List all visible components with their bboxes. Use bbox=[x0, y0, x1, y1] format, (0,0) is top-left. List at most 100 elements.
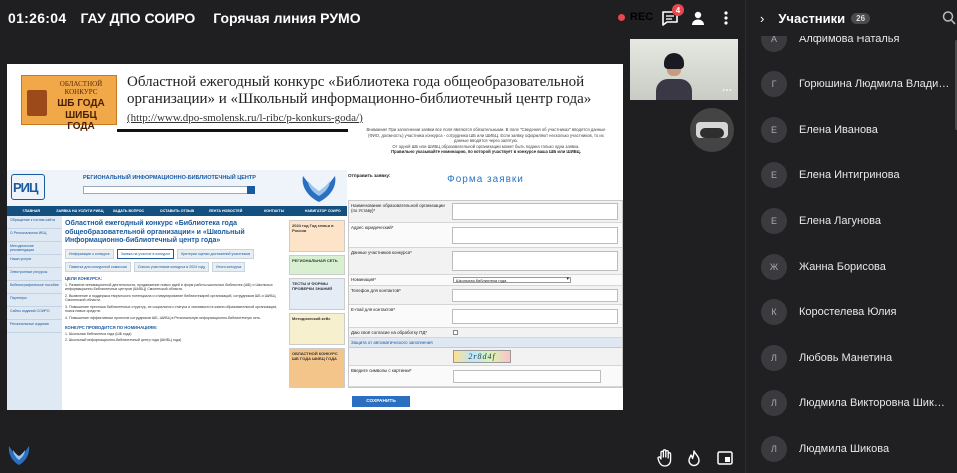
conference-title: ГАУ ДПО СОИРО bbox=[80, 10, 196, 26]
participants-field bbox=[452, 251, 618, 271]
site-banner-label: РЕГИОНАЛЬНАЯ СЕТЬ bbox=[292, 258, 338, 263]
slide-link: (http://www.dpo-smolensk.ru/l-ribc/p-kon… bbox=[127, 112, 363, 124]
site-nav-item: ОСТАВИТЬ ОТЗЫВ bbox=[159, 209, 195, 213]
shared-screen: ОБЛАСТНОЙ КОНКУРС ШБ ГОДА ШИБЦ ГОДА Обла… bbox=[7, 64, 623, 410]
site-sidebar-item: Обращение к гостям сайта bbox=[7, 216, 62, 229]
site-sidebar-item: О Региональном ИБЦ bbox=[7, 229, 62, 242]
application-form-screenshot: Внимание! При заполнении заявки все поля… bbox=[348, 127, 623, 410]
participants-toggle-button[interactable] bbox=[688, 8, 708, 28]
field-label: Данные участников конкурса* bbox=[351, 250, 412, 255]
site-sidebar-item: Методические рекомендации bbox=[7, 242, 62, 255]
site-tab: Список участников конкурса в 2024 году bbox=[133, 261, 210, 272]
site-tab: Заявка на участие в конкурсе bbox=[116, 248, 175, 259]
site-nominations-list: 1. Школьная библиотека года (ШБ года) 2. … bbox=[65, 332, 287, 343]
site-sidebar-item: Электронные ресурсы bbox=[7, 268, 62, 281]
site-header: РИЦ РЕГИОНАЛЬНЫЙ ИНФОРМАЦИОННО-БИБЛИОТЕЧ… bbox=[7, 170, 347, 206]
collapse-chevron-icon[interactable]: › bbox=[760, 11, 764, 26]
field-label: Телефон для контактов* bbox=[351, 288, 401, 293]
slide-header: ОБЛАСТНОЙ КОНКУРС ШБ ГОДА ШИБЦ ГОДА Обла… bbox=[15, 71, 615, 133]
reactions-button[interactable] bbox=[681, 446, 707, 470]
site-banner: ТЕСТЫ И ФОРМЫ ПРОВЕРКИ ЗНАНИЙ bbox=[289, 278, 345, 310]
participant-name: Горюшина Людмила Владимировна bbox=[799, 78, 951, 91]
chat-button[interactable]: 4 bbox=[660, 4, 684, 28]
site-goals-title: ЦЕЛИ КОНКУРСА: bbox=[65, 275, 103, 281]
screen-layout-icon bbox=[717, 451, 733, 465]
participant-body bbox=[656, 79, 692, 100]
form-row: Номинация* Школьная библиотека года bbox=[349, 275, 622, 286]
tile-more-icon[interactable]: ⋯ bbox=[722, 85, 732, 96]
form-row: Адрес юридический* bbox=[349, 223, 622, 248]
avatar: Л bbox=[761, 344, 787, 371]
participant-item[interactable]: Л Любовь Манетина bbox=[746, 335, 957, 380]
form-fields: Наименование образовательной организации… bbox=[348, 200, 623, 389]
logo-line-2: ШИБЦ ГОДА bbox=[65, 110, 97, 132]
site-nav-item: ЛЕНТА НОВОСТЕЙ bbox=[208, 209, 243, 213]
avatar: Е bbox=[761, 207, 787, 234]
participant-name: Елена Иванова bbox=[799, 123, 878, 136]
site-banner: РЕГИОНАЛЬНАЯ СЕТЬ bbox=[289, 255, 345, 275]
participant-item[interactable]: Г Горюшина Людмила Владимировна bbox=[746, 62, 957, 107]
conference-subtitle: Горячая линия РУМО bbox=[213, 10, 361, 26]
screen-layout-button[interactable] bbox=[712, 446, 738, 470]
form-row: E-mail для контактов* bbox=[349, 305, 622, 328]
participant-avatar-tile[interactable] bbox=[690, 108, 734, 152]
site-tab: Итоги конкурса bbox=[212, 261, 246, 272]
more-options-button[interactable] bbox=[716, 8, 736, 28]
more-vertical-icon bbox=[724, 11, 728, 25]
participants-title: Участники bbox=[778, 10, 846, 26]
participant-item[interactable]: Е Елена Лагунова bbox=[746, 198, 957, 243]
site-goal-item: 2. Выявление и поддержка творческого пот… bbox=[65, 293, 276, 303]
site-banner-label: ОБЛАСТНОЙ КОНКУРС ШБ ГОДА ШИБЦ ГОДА bbox=[292, 351, 338, 361]
avatar: Е bbox=[761, 162, 787, 189]
conference-stage: 01:26:04 ГАУ ДПО СОИРО Горячая линия РУМ… bbox=[0, 0, 745, 473]
site-tab: Памятка для конкурсной комиссии bbox=[65, 261, 131, 272]
participant-item[interactable]: Е Елена Интигринова bbox=[746, 153, 957, 198]
avatar: Ж bbox=[761, 253, 787, 280]
site-goal-item: 3. Повышение престижа библиотечных струк… bbox=[65, 304, 278, 314]
site-nav-bar: ГЛАВНАЯ ЗАЯВКА НА УСЛУГИ РИБЦ ЗАДАТЬ ВОПРО… bbox=[7, 206, 347, 216]
form-submit-button: СОХРАНИТЬ bbox=[352, 396, 410, 407]
participant-hair bbox=[664, 53, 684, 69]
participant-name: Жанна Борисова bbox=[799, 260, 886, 273]
field-label: Наименование образовательной организации… bbox=[351, 203, 445, 214]
site-goal-item: 4. Повышение эффективных проектов сотруд… bbox=[65, 316, 262, 321]
participant-item[interactable]: Л Людмила Викторовна Шикова bbox=[746, 381, 957, 426]
site-banner: ОБЛАСТНОЙ КОНКУРС ШБ ГОДА ШИБЦ ГОДА bbox=[289, 348, 345, 388]
site-nomination-item: 2. Школьный информационно-библиотечный ц… bbox=[65, 338, 182, 343]
form-row: Даю своё согласие на обработку ПД* bbox=[349, 328, 622, 339]
participant-name: Коростелева Юлия bbox=[799, 306, 897, 319]
site-banner-label: ТЕСТЫ И ФОРМЫ ПРОВЕРКИ ЗНАНИЙ bbox=[292, 281, 333, 291]
participant-video-tile[interactable]: ⋯ bbox=[630, 39, 738, 100]
form-row: Введите символы с картинки* bbox=[349, 366, 622, 388]
antispam-section-title: Защита от автоматического заполнения bbox=[349, 338, 622, 349]
form-row: Наименование образовательной организации… bbox=[349, 201, 622, 223]
captcha-field bbox=[453, 369, 601, 383]
person-icon bbox=[692, 11, 704, 25]
recording-indicator: REC bbox=[618, 11, 653, 23]
site-nav-item: ЗАЯВКА НА УСЛУГИ РИБЦ bbox=[56, 209, 104, 213]
site-main-content: Областной ежегодный конкурс «Библиотека … bbox=[65, 220, 287, 410]
field-label: Адрес юридический* bbox=[351, 225, 394, 230]
avatar: Е bbox=[761, 116, 787, 143]
recording-label: REC bbox=[630, 11, 654, 23]
participant-item[interactable]: Е Елена Иванова bbox=[746, 107, 957, 152]
field-label: E-mail для контактов* bbox=[351, 307, 396, 312]
form-note-line: Внимание! При заполнении заявки все поля… bbox=[366, 127, 606, 132]
raise-hand-icon bbox=[657, 449, 672, 467]
wing-logo-icon bbox=[8, 446, 30, 465]
participant-item[interactable]: Л Людмила Шикова bbox=[746, 426, 957, 471]
website-screenshot: РИЦ РЕГИОНАЛЬНЫЙ ИНФОРМАЦИОННО-БИБЛИОТЕЧ… bbox=[7, 170, 347, 410]
raise-hand-button[interactable] bbox=[652, 446, 678, 470]
site-goal-item: 1. Развитие инновационной деятельности, … bbox=[65, 282, 273, 292]
logo-top-text: ОБЛАСТНОЙ КОНКУРС bbox=[59, 80, 103, 96]
site-nominations-title: КОНКУРС ПРОВОДИТСЯ ПО НОМИНАЦИЯМ: bbox=[65, 324, 158, 330]
site-sidebar-item: Сайты изданий СОИРО bbox=[7, 307, 62, 320]
form-row: Телефон для контактов* bbox=[349, 286, 622, 305]
search-icon[interactable] bbox=[942, 10, 956, 26]
phone-field bbox=[452, 288, 618, 302]
site-banner-label: Методический кейс bbox=[292, 316, 331, 321]
participant-item[interactable]: Ж Жанна Борисова bbox=[746, 244, 957, 289]
participant-item[interactable]: К Коростелева Юлия bbox=[746, 290, 957, 335]
site-banner-label: 2024 год Год семьи в России bbox=[292, 223, 334, 233]
site-sidebar-item: Региональные издания bbox=[7, 320, 62, 333]
